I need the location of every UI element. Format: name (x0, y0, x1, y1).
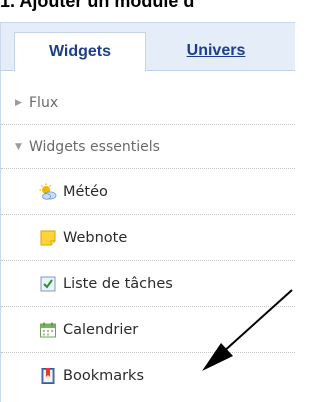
instruction-caption: 1. Ajouter un module d (0, 0, 195, 11)
widget-label: Webnote (63, 230, 128, 246)
calendar-icon (40, 322, 56, 338)
section-label: Widgets essentiels (29, 139, 160, 155)
widget-item-liste-de-taches[interactable]: Liste de tâches (1, 261, 295, 307)
note-icon (40, 230, 56, 246)
widget-item-bookmarks[interactable]: Bookmarks (1, 353, 295, 399)
checkbox-icon (40, 276, 56, 292)
triangle-right-icon: ▶ (15, 98, 22, 108)
triangle-down-icon: ▼ (15, 142, 22, 152)
widget-label: Bookmarks (63, 368, 145, 384)
tab-widgets[interactable]: Widgets (14, 32, 146, 71)
widget-item-meteo[interactable]: Météo (1, 169, 295, 215)
section-flux[interactable]: ▶ Flux (1, 81, 295, 125)
widget-label: Calendrier (63, 322, 139, 338)
widget-item-webnote[interactable]: Webnote (1, 215, 295, 261)
widget-label: Météo (63, 184, 108, 200)
tab-strip: Widgets Univers (1, 23, 295, 71)
widget-label: Liste de tâches (63, 276, 173, 292)
tab-univers[interactable]: Univers (161, 32, 271, 70)
section-widgets-essentiels[interactable]: ▼ Widgets essentiels (1, 125, 295, 169)
widget-panel: Widgets Univers ▶ Flux ▼ Widgets essenti… (0, 22, 295, 402)
weather-icon (39, 183, 57, 200)
bookmark-icon (41, 368, 55, 384)
widget-item-calendrier[interactable]: Calendrier (1, 307, 295, 353)
section-label: Flux (29, 95, 59, 111)
